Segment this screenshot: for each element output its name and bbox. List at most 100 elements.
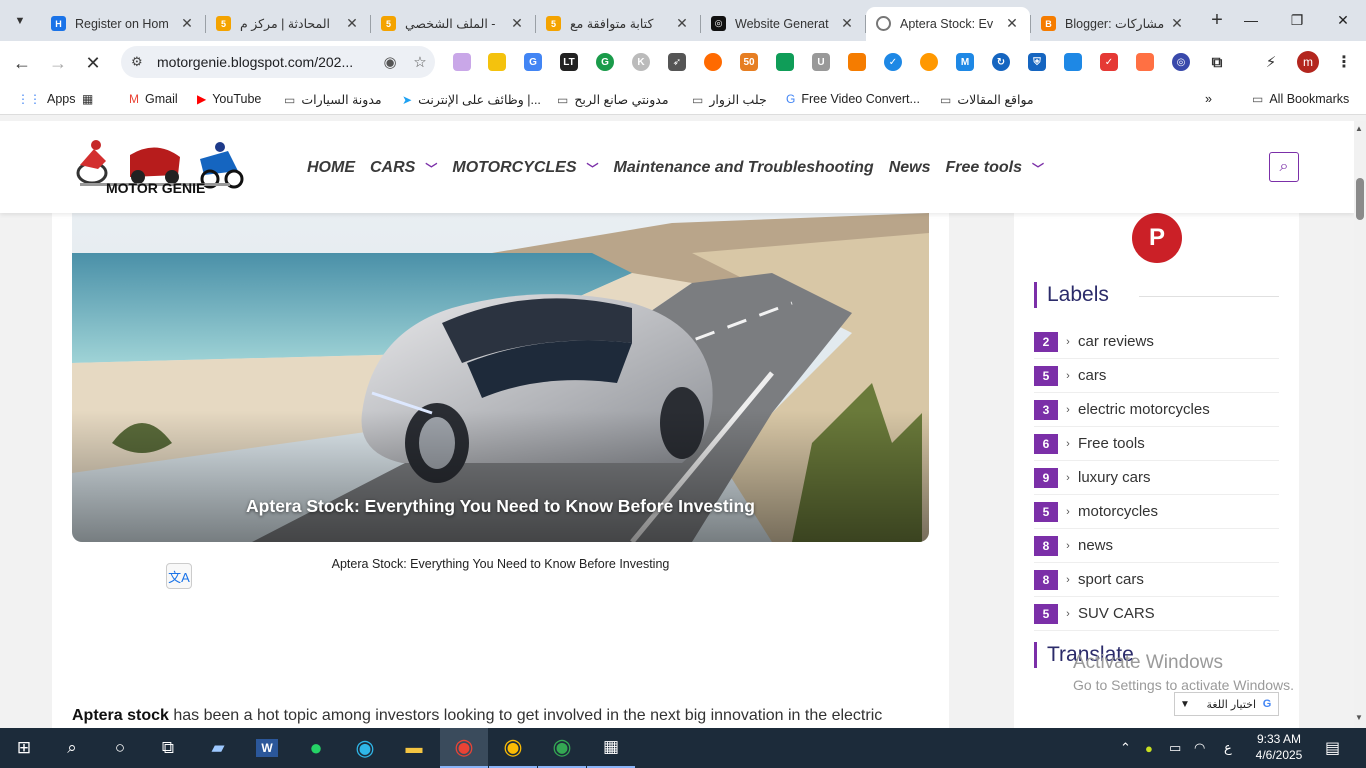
tab-close-icon[interactable]: ✕ — [344, 15, 360, 32]
taskbar-chrome[interactable]: ◉ — [440, 728, 488, 768]
label-item[interactable]: 8 › news — [1034, 529, 1279, 563]
label-item[interactable]: 2 › car reviews — [1034, 325, 1279, 359]
browser-tab[interactable]: 5 الملف الشخصي - ✕ — [371, 7, 535, 41]
extension-icon[interactable]: U — [812, 53, 830, 71]
extension-icon[interactable]: ✓ — [884, 53, 902, 71]
browser-tab[interactable]: ◎ Website Generat ✕ — [701, 7, 865, 41]
tab-close-icon[interactable]: ✕ — [1169, 15, 1185, 32]
stop-loading-button[interactable]: ✕ — [76, 46, 110, 80]
site-search-button[interactable]: ⌕ — [1269, 152, 1299, 182]
label-item[interactable]: 8 › sport cars — [1034, 563, 1279, 597]
close-window-button[interactable]: ✕ — [1320, 0, 1366, 40]
tab-search-button[interactable]: ▼ — [7, 8, 33, 34]
nav-item[interactable]: HOME — [307, 159, 355, 177]
input-language[interactable]: ع — [1224, 728, 1232, 768]
search-button[interactable]: ⌕ — [48, 728, 96, 768]
clock[interactable]: 9:33 AM 4/6/2025 — [1244, 731, 1314, 763]
restore-button[interactable]: ❐ — [1274, 0, 1320, 40]
tab-close-icon[interactable]: ✕ — [839, 15, 855, 32]
bookmarks-overflow-icon[interactable]: » — [1205, 92, 1212, 106]
nav-item[interactable]: News — [889, 159, 931, 177]
scrollbar-thumb[interactable] — [1356, 178, 1364, 220]
browser-tab[interactable]: H Register on Hom ✕ — [41, 7, 205, 41]
extension-icon[interactable] — [1136, 53, 1154, 71]
scroll-down-icon[interactable]: ▼ — [1355, 713, 1363, 722]
translate-icon[interactable]: 文A — [166, 563, 192, 589]
taskbar-app[interactable]: ▰ — [194, 728, 242, 768]
pocket-icon[interactable]: ✓ — [1100, 53, 1118, 71]
label-item[interactable]: 5 › SUV CARS — [1034, 597, 1279, 631]
tab-close-icon[interactable]: ✕ — [179, 15, 195, 32]
extension-icon[interactable] — [704, 53, 722, 71]
browser-tab[interactable]: 5 المحادثة | مركز م ✕ — [206, 7, 370, 41]
puzzle-icon[interactable]: ⧉ — [1208, 53, 1226, 71]
bookmark-item[interactable]: ▭ All Bookmarks — [1252, 92, 1349, 106]
bookmark-item[interactable]: ▶ YouTube — [197, 92, 261, 106]
extension-icon[interactable] — [488, 53, 506, 71]
language-select[interactable]: ▼ اختيار اللغة G — [1174, 692, 1279, 716]
star-icon[interactable]: ☆ — [405, 53, 435, 71]
eye-off-icon[interactable]: ◉ — [375, 53, 405, 71]
back-button[interactable]: ← — [5, 46, 39, 80]
site-logo[interactable]: MOTOR GENIE — [60, 135, 258, 197]
extension-icon[interactable]: 50 — [740, 53, 758, 71]
extension-icon[interactable]: LT — [560, 53, 578, 71]
extension-icon[interactable] — [453, 53, 471, 71]
performance-icon[interactable]: ⚡ — [1262, 53, 1280, 71]
scroll-up-icon[interactable]: ▲ — [1355, 124, 1363, 133]
wifi-icon[interactable]: ◠ — [1194, 728, 1205, 768]
nav-item[interactable]: CARS ﹀ — [370, 159, 437, 177]
site-settings-icon[interactable]: ⚙ — [131, 54, 151, 70]
taskbar-file-explorer[interactable]: ▬ — [390, 728, 438, 768]
extension-icon[interactable] — [848, 53, 866, 71]
notifications-button[interactable]: ▤ — [1325, 728, 1340, 768]
taskbar-app[interactable]: ▦ — [587, 728, 635, 768]
bookmark-item[interactable]: ▭ مدونتي صانع الربح — [557, 92, 669, 108]
profile-avatar[interactable]: m — [1297, 51, 1319, 73]
bookmark-item[interactable]: ▭ مدونة السيارات — [284, 92, 382, 108]
kebab-menu-icon[interactable]: ⋮ — [1335, 53, 1353, 71]
label-item[interactable]: 5 › motorcycles — [1034, 495, 1279, 529]
label-item[interactable]: 6 › Free tools — [1034, 427, 1279, 461]
label-item[interactable]: 5 › cars — [1034, 359, 1279, 393]
extension-icon[interactable] — [776, 53, 794, 71]
taskbar-chrome-profile[interactable]: ◉ — [489, 728, 537, 768]
task-view-button[interactable]: ⧉ — [144, 728, 192, 768]
nav-item[interactable]: MOTORCYCLES ﹀ — [452, 159, 598, 177]
minimize-button[interactable]: — — [1228, 0, 1274, 40]
nav-item[interactable]: Free tools ﹀ — [946, 159, 1044, 177]
extension-icon[interactable] — [1064, 53, 1082, 71]
bookmark-item[interactable]: ▭ جلب الزوار — [692, 92, 767, 108]
bookmark-item[interactable]: ▭ مواقع المقالات — [940, 92, 1034, 108]
browser-tab[interactable]: Aptera Stock: Ev ✕ — [866, 6, 1030, 41]
cortana-button[interactable]: ○ — [96, 728, 144, 768]
translate-extension-icon[interactable]: G — [524, 53, 542, 71]
taskbar-word[interactable]: W — [243, 728, 291, 768]
browser-tab[interactable]: B Blogger: مشاركات ✕ — [1031, 7, 1195, 41]
forward-button[interactable]: → — [41, 46, 75, 80]
taskbar-edge[interactable]: ◉ — [341, 728, 389, 768]
extension-icon[interactable]: ↻ — [992, 53, 1010, 71]
nav-item[interactable]: Maintenance and Troubleshooting — [614, 159, 874, 177]
bookmark-item[interactable]: ⋮⋮ Apps — [17, 92, 76, 106]
bookmark-item[interactable]: ▦ — [82, 92, 99, 106]
start-button[interactable]: ⊞ — [0, 728, 48, 768]
bookmark-item[interactable]: ➤ وظائف على الإنترنت |... — [402, 92, 541, 108]
tab-close-icon[interactable]: ✕ — [509, 15, 525, 32]
extension-icon[interactable]: K — [632, 53, 650, 71]
show-hidden-icons[interactable]: ⌃ — [1120, 728, 1131, 768]
browser-tab[interactable]: 5 كتابة متوافقة مع ✕ — [536, 7, 700, 41]
battery-icon[interactable]: ▭ — [1169, 728, 1181, 768]
tray-app-icon[interactable]: ● — [1145, 728, 1153, 768]
bookmark-item[interactable]: G Free Video Convert... — [786, 92, 920, 106]
new-tab-button[interactable]: + — [1203, 7, 1231, 35]
extension-icon[interactable] — [920, 53, 938, 71]
rocket-icon[interactable]: ➶ — [668, 53, 686, 71]
address-bar[interactable]: ⚙ motorgenie.blogspot.com/202... ◉ ☆ — [121, 46, 435, 78]
label-item[interactable]: 3 › electric motorcycles — [1034, 393, 1279, 427]
tab-close-icon[interactable]: ✕ — [674, 15, 690, 32]
tab-close-icon[interactable]: ✕ — [1004, 15, 1020, 32]
grammarly-icon[interactable]: G — [596, 53, 614, 71]
pinterest-button[interactable]: P — [1132, 213, 1182, 263]
shield-icon[interactable]: ⛨ — [1028, 53, 1046, 71]
